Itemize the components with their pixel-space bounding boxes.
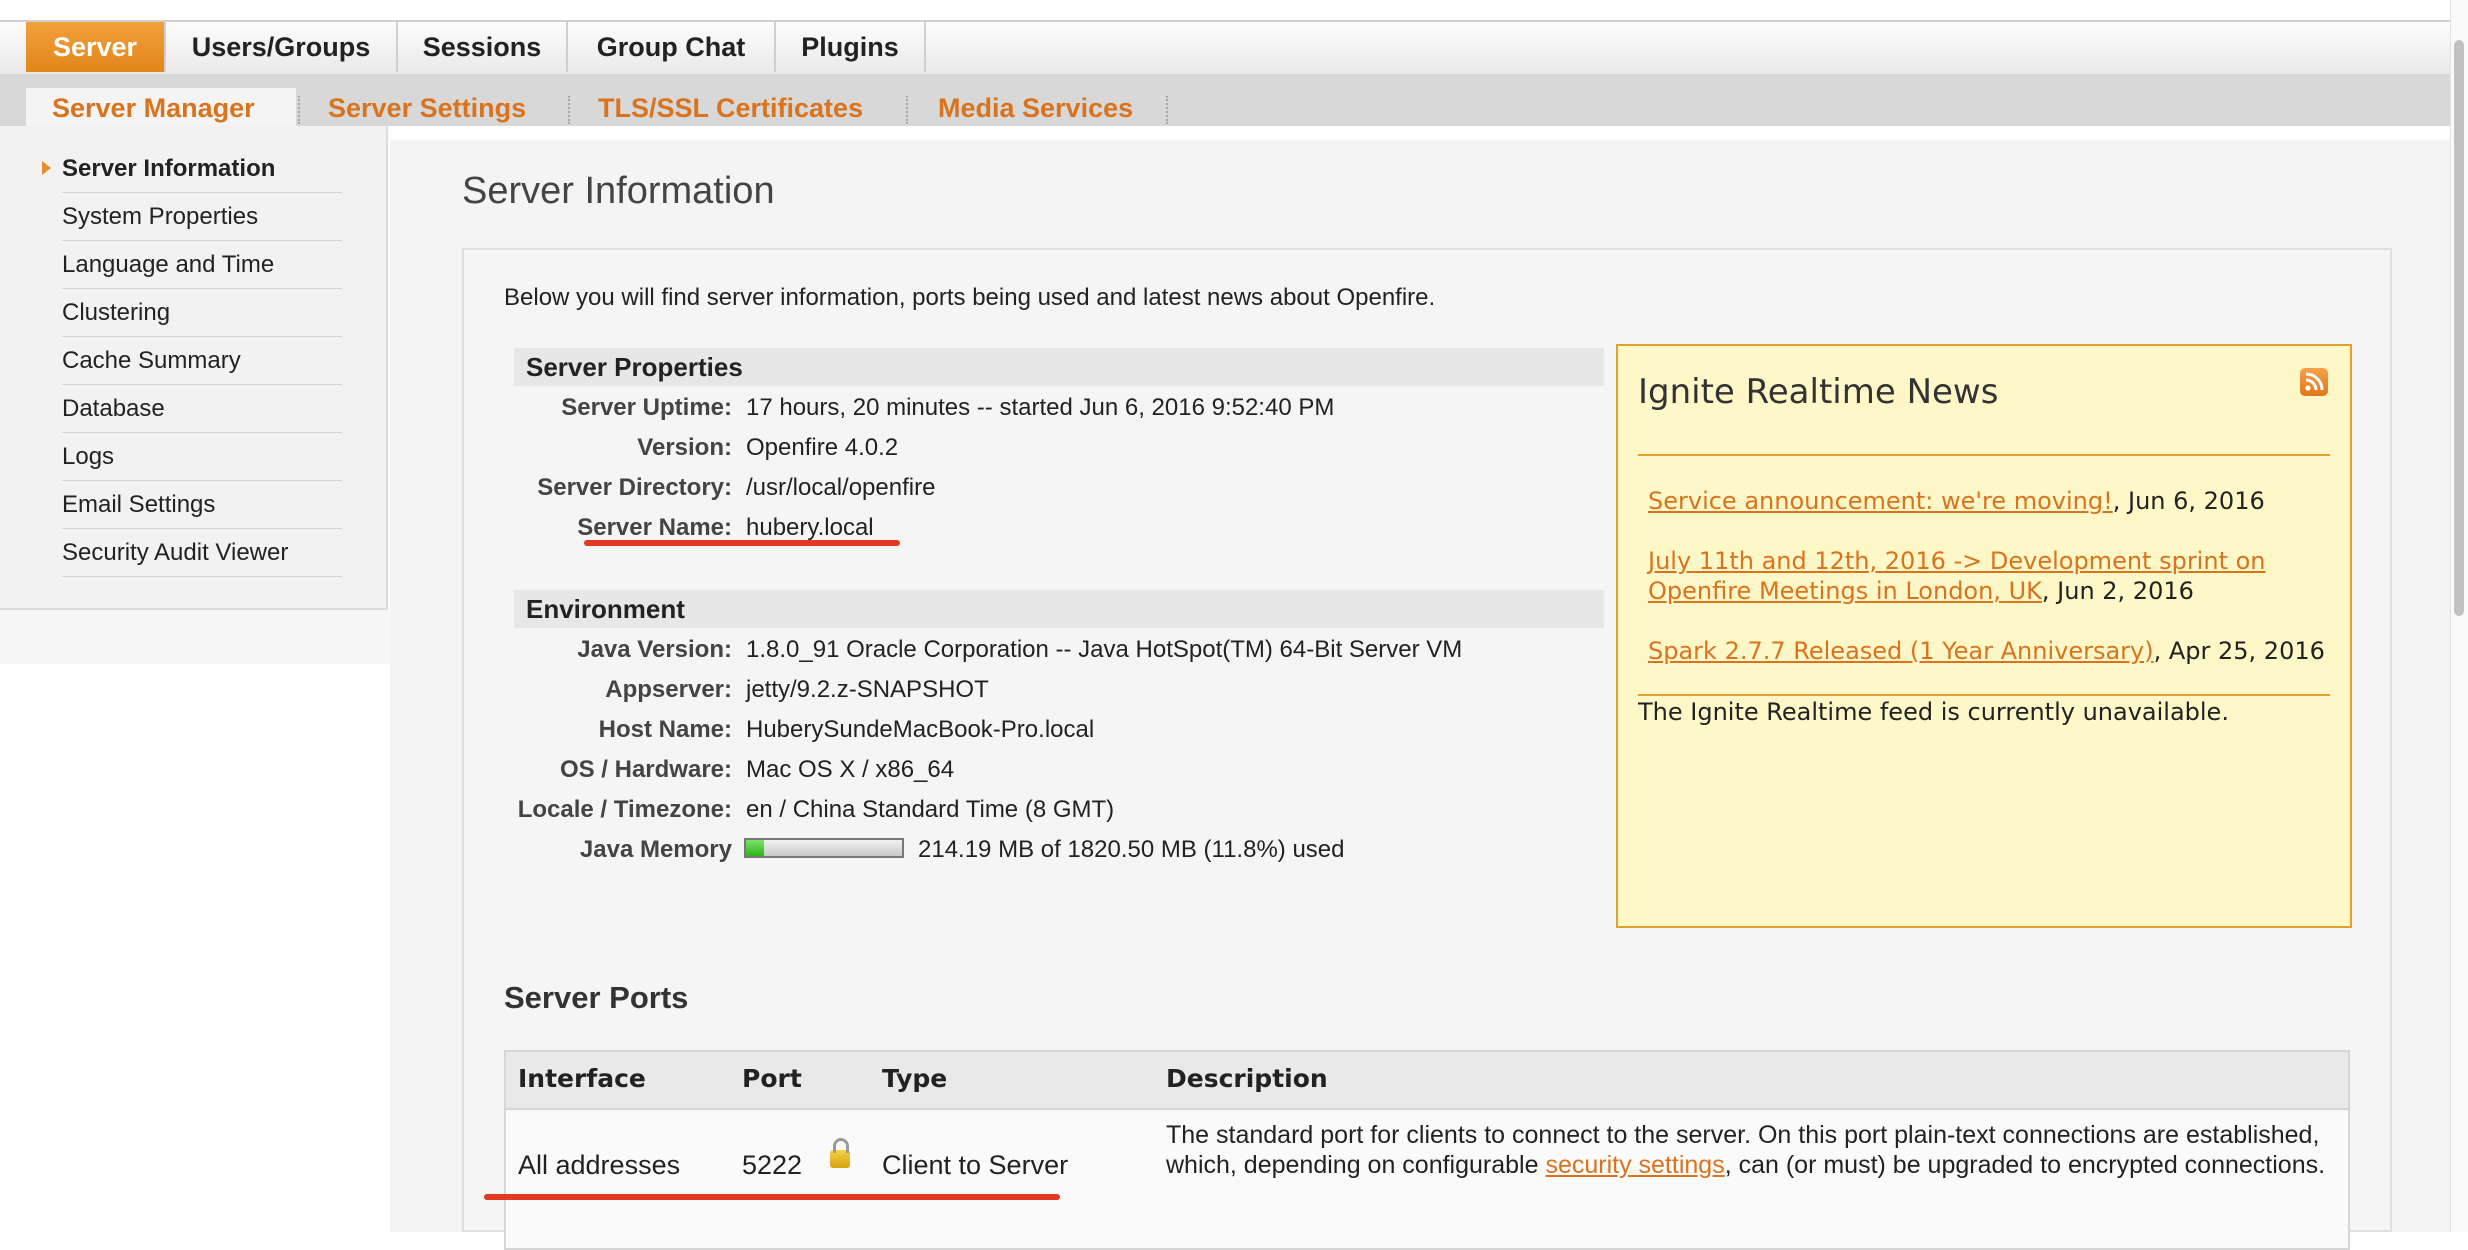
news-item: Spark 2.7.7 Released (1 Year Anniversary… — [1648, 636, 2328, 666]
column-header-interface: Interface — [518, 1064, 646, 1093]
environment-heading: Environment — [514, 590, 1604, 628]
version-value: Openfire 4.0.2 — [746, 434, 899, 461]
java-version-label: Java Version: — [577, 636, 732, 663]
scrollbar-thumb[interactable] — [2454, 40, 2464, 616]
subnav-divider — [906, 96, 908, 124]
subtab-media-services[interactable]: Media Services — [938, 88, 1133, 126]
port-number-cell: 5222 — [742, 1150, 803, 1180]
server-name-label: Server Name: — [577, 514, 732, 541]
subtab-server-settings[interactable]: Server Settings — [328, 88, 526, 126]
news-date: , Apr 25, 2016 — [2153, 637, 2325, 665]
server-directory-value: /usr/local/openfire — [746, 474, 936, 501]
appserver-value: jetty/9.2.z-SNAPSHOT — [746, 676, 989, 703]
locale-timezone-value: en / China Standard Time (8 GMT) — [746, 796, 1115, 823]
news-divider — [1638, 694, 2330, 696]
news-link[interactable]: Service announcement: we're moving! — [1648, 487, 2113, 515]
intro-text: Below you will find server information, … — [504, 284, 1436, 311]
tab-sessions[interactable]: Sessions — [398, 22, 568, 72]
server-properties-heading: Server Properties — [514, 348, 1604, 386]
sidebar-item-database[interactable]: Database — [62, 386, 342, 433]
active-arrow-icon — [42, 161, 51, 175]
java-version-value: 1.8.0_91 Oracle Corporation -- Java HotS… — [746, 636, 1463, 663]
tab-users-groups[interactable]: Users/Groups — [166, 22, 398, 72]
os-hardware-value: Mac OS X / x86_64 — [746, 756, 955, 783]
server-uptime-value: 17 hours, 20 minutes -- started Jun 6, 2… — [746, 394, 1335, 421]
rss-icon[interactable] — [2300, 368, 2328, 396]
version-label: Version: — [637, 434, 732, 461]
column-header-type: Type — [882, 1064, 948, 1093]
news-title: Ignite Realtime News — [1638, 372, 1999, 412]
column-header-port: Port — [742, 1064, 802, 1093]
java-memory-value: 214.19 MB of 1820.50 MB (11.8%) used — [918, 836, 1345, 863]
news-item: July 11th and 12th, 2016 -> Development … — [1648, 546, 2328, 606]
host-name-label: Host Name: — [598, 716, 732, 743]
news-status: The Ignite Realtime feed is currently un… — [1638, 698, 2229, 726]
memory-usage-fill — [746, 840, 765, 856]
tab-plugins[interactable]: Plugins — [776, 22, 926, 72]
os-hardware-label: OS / Hardware: — [559, 756, 732, 783]
sidebar-item-cache-summary[interactable]: Cache Summary — [62, 338, 342, 385]
server-ports-heading: Server Ports — [504, 980, 689, 1015]
page-title: Server Information — [462, 170, 775, 212]
server-directory-label: Server Directory: — [537, 474, 732, 501]
memory-usage-bar — [744, 838, 904, 858]
host-name-value: HuberySundeMacBook-Pro.local — [746, 716, 1095, 743]
locale-timezone-label: Locale / Timezone: — [517, 796, 732, 823]
subtab-server-manager[interactable]: Server Manager — [26, 88, 296, 126]
sidebar: Server Information System Properties Lan… — [0, 126, 388, 610]
subtab-tls-ssl-certificates[interactable]: TLS/SSL Certificates — [598, 88, 863, 126]
tab-server[interactable]: Server — [26, 22, 166, 72]
news-item: Service announcement: we're moving!, Jun… — [1648, 486, 2328, 516]
sidebar-item-server-information[interactable]: Server Information — [62, 146, 342, 193]
sidebar-item-security-audit-viewer[interactable]: Security Audit Viewer — [62, 530, 342, 577]
appserver-label: Appserver: — [605, 676, 732, 703]
top-nav: Server Users/Groups Sessions Group Chat … — [0, 20, 2450, 75]
port-description-cell: The standard port for clients to connect… — [1166, 1120, 2326, 1180]
security-settings-link[interactable]: security settings — [1545, 1151, 1724, 1179]
news-date: , Jun 6, 2016 — [2112, 487, 2265, 515]
description-text: , can (or must) be upgraded to encrypted… — [1724, 1151, 2326, 1179]
port-interface-cell: All addresses — [518, 1150, 681, 1180]
java-memory-label: Java Memory — [579, 836, 732, 863]
column-header-description: Description — [1166, 1064, 1328, 1093]
server-uptime-label: Server Uptime: — [561, 394, 732, 421]
sidebar-item-logs[interactable]: Logs — [62, 434, 342, 481]
subnav-divider — [1166, 96, 1168, 124]
sidebar-item-clustering[interactable]: Clustering — [62, 290, 342, 337]
annotation-underline — [484, 1194, 1060, 1200]
news-date: , Jun 2, 2016 — [2041, 577, 2194, 605]
annotation-underline — [584, 540, 900, 546]
subnav-divider — [298, 96, 300, 124]
news-link[interactable]: Spark 2.7.7 Released (1 Year Anniversary… — [1648, 637, 2154, 665]
sidebar-item-system-properties[interactable]: System Properties — [62, 194, 342, 241]
lock-icon — [830, 1138, 850, 1168]
sidebar-item-language-and-time[interactable]: Language and Time — [62, 242, 342, 289]
sub-nav: Server Manager Server Settings TLS/SSL C… — [0, 74, 2450, 126]
server-name-value: hubery.local — [746, 514, 874, 541]
port-type-cell: Client to Server — [882, 1150, 1069, 1180]
news-divider — [1638, 454, 2330, 456]
tab-group-chat[interactable]: Group Chat — [568, 22, 776, 72]
sidebar-item-email-settings[interactable]: Email Settings — [62, 482, 342, 529]
sidebar-footer — [0, 608, 398, 664]
subnav-divider — [568, 96, 570, 124]
